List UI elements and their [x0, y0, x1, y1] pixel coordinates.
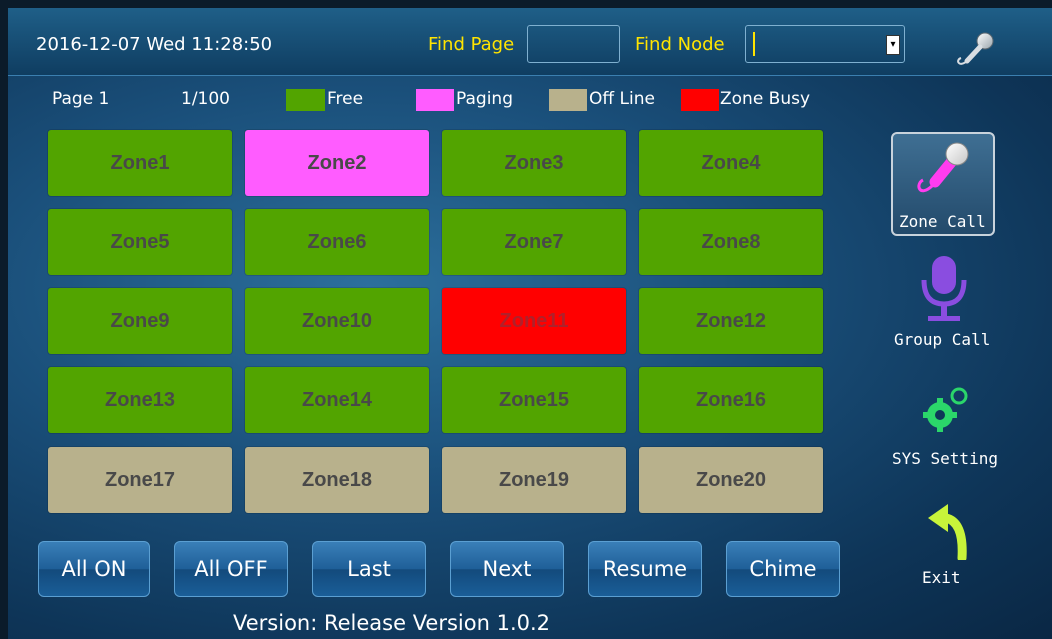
- chime-button[interactable]: Chime: [726, 541, 840, 597]
- legend-offline-label: Off Line: [589, 89, 655, 109]
- zone-button[interactable]: Zone7: [442, 209, 626, 275]
- zone-button[interactable]: Zone1: [48, 130, 232, 196]
- zone-button[interactable]: Zone5: [48, 209, 232, 275]
- back-arrow-icon: [928, 504, 967, 560]
- window-frame-top: [0, 0, 1052, 8]
- zone-button[interactable]: Zone20: [639, 447, 823, 513]
- zone-button[interactable]: Zone14: [245, 367, 429, 433]
- resume-button[interactable]: Resume: [588, 541, 702, 597]
- exit-label: Exit: [922, 568, 961, 587]
- window-frame-left: [0, 0, 8, 639]
- zone-call-button[interactable]: Zone Call: [891, 132, 995, 236]
- zone-button[interactable]: Zone8: [639, 209, 823, 275]
- microphone-icon[interactable]: [953, 30, 997, 72]
- top-bar: 2016-12-07 Wed 11:28:50 Find Page Find N…: [8, 8, 1052, 76]
- group-call-button[interactable]: Group Call: [886, 250, 1002, 360]
- legend-paging-label: Paging: [456, 89, 513, 109]
- zone-button[interactable]: Zone13: [48, 367, 232, 433]
- zone-button[interactable]: Zone9: [48, 288, 232, 354]
- dropdown-arrow-icon[interactable]: ▾: [886, 35, 900, 55]
- legend-busy-label: Zone Busy: [720, 89, 811, 109]
- zone-button[interactable]: Zone12: [639, 288, 823, 354]
- all-on-button[interactable]: All ON: [38, 541, 150, 597]
- page-count: 1/100: [181, 89, 230, 109]
- text-cursor: [753, 32, 755, 56]
- zone-button[interactable]: Zone18: [245, 447, 429, 513]
- legend-offline-swatch: [549, 89, 587, 111]
- desk-microphone-icon: [921, 256, 967, 321]
- legend-paging-swatch: [416, 89, 454, 111]
- zone-button[interactable]: Zone19: [442, 447, 626, 513]
- sys-setting-label: SYS Setting: [892, 449, 998, 468]
- legend-busy-swatch: [681, 89, 719, 111]
- zone-button[interactable]: Zone2: [245, 130, 429, 196]
- group-call-label: Group Call: [894, 330, 991, 349]
- find-page-input[interactable]: [527, 25, 620, 63]
- zone-button[interactable]: Zone10: [245, 288, 429, 354]
- zone-button[interactable]: Zone16: [639, 367, 823, 433]
- version-text: Version: Release Version 1.0.2: [233, 611, 551, 635]
- exit-button[interactable]: Exit: [886, 500, 1002, 590]
- zone-button[interactable]: Zone6: [245, 209, 429, 275]
- find-page-label: Find Page: [428, 34, 515, 55]
- next-button[interactable]: Next: [450, 541, 564, 597]
- page-label: Page 1: [52, 89, 110, 109]
- zone-button[interactable]: Zone11: [442, 288, 626, 354]
- datetime-display: 2016-12-07 Wed 11:28:50: [36, 34, 273, 55]
- all-off-button[interactable]: All OFF: [174, 541, 288, 597]
- gears-icon: [923, 387, 968, 432]
- legend-free-swatch: [286, 89, 325, 111]
- microphone-icon: [917, 142, 969, 193]
- find-node-select[interactable]: ▾: [745, 25, 905, 63]
- find-node-label: Find Node: [635, 34, 725, 55]
- zone-button[interactable]: Zone4: [639, 130, 823, 196]
- zone-call-label: Zone Call: [899, 212, 986, 231]
- zone-button[interactable]: Zone17: [48, 447, 232, 513]
- zone-button[interactable]: Zone3: [442, 130, 626, 196]
- sys-setting-button[interactable]: SYS Setting: [886, 385, 1002, 475]
- legend-free-label: Free: [327, 89, 364, 109]
- zone-button[interactable]: Zone15: [442, 367, 626, 433]
- last-button[interactable]: Last: [312, 541, 426, 597]
